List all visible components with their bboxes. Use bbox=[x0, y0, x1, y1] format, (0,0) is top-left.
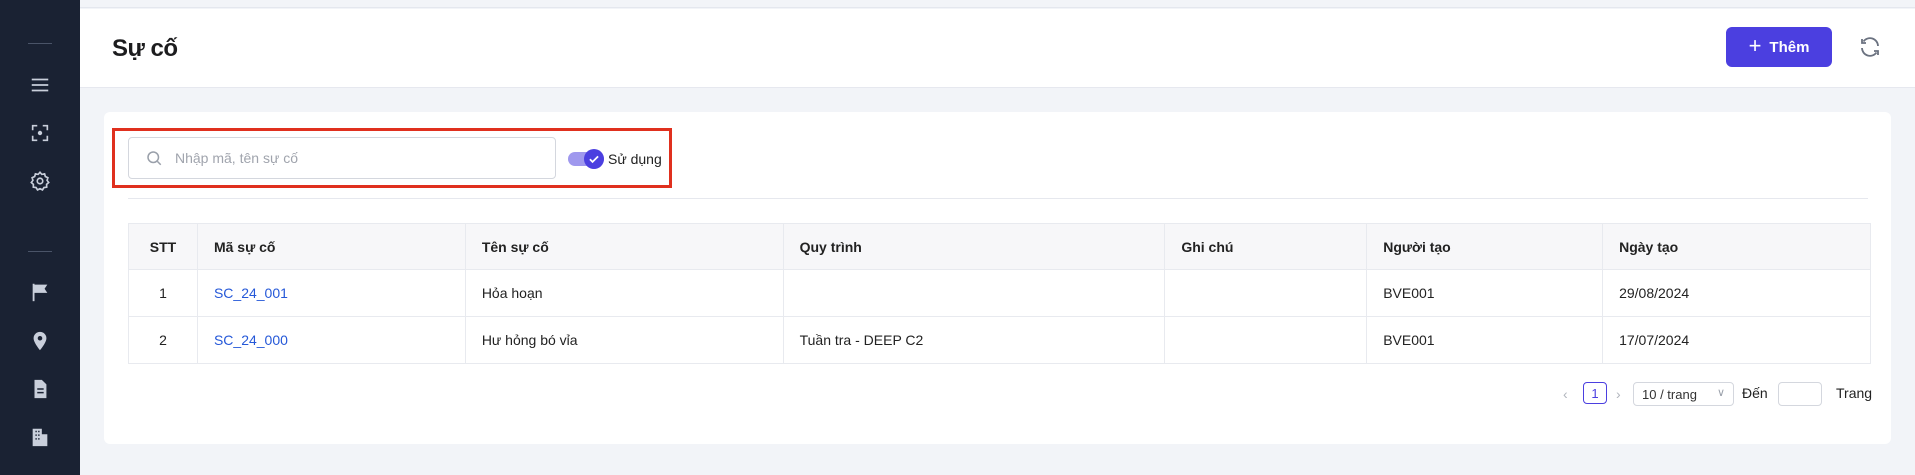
cell-process bbox=[783, 269, 1166, 317]
incident-code-link[interactable]: SC_24_001 bbox=[214, 285, 288, 301]
cell-name: Hỏa hoạn bbox=[465, 269, 784, 317]
page-size-value: 10 / trang bbox=[1642, 386, 1697, 402]
cell-process: Tuần tra - DEEP C2 bbox=[783, 316, 1166, 364]
filter-divider bbox=[128, 198, 1868, 199]
goto-page-input[interactable] bbox=[1778, 382, 1822, 406]
table-header-row: STT Mã sự cố Tên sự cố Quy trình Ghi chú… bbox=[128, 223, 1871, 270]
search-box[interactable] bbox=[128, 137, 556, 179]
focus-icon[interactable] bbox=[28, 121, 52, 145]
prev-page-icon[interactable]: ‹ bbox=[1563, 382, 1568, 406]
column-header[interactable]: Tên sự cố bbox=[465, 223, 784, 270]
column-header[interactable]: Ngày tạo bbox=[1602, 223, 1871, 270]
refresh-icon bbox=[1861, 37, 1879, 57]
top-bar bbox=[80, 0, 1915, 8]
chevron-down-icon: ∨ bbox=[1716, 387, 1725, 399]
add-button[interactable]: + Thêm bbox=[1726, 27, 1832, 67]
check-icon bbox=[584, 149, 604, 169]
main-card: Sử dụng STT Mã sự cố Tên sự cố Quy trình… bbox=[104, 112, 1891, 444]
column-header[interactable]: Mã sự cố bbox=[197, 223, 466, 270]
page-number-button[interactable]: 1 bbox=[1583, 382, 1607, 404]
page-size-select[interactable]: 10 / trang ∨ bbox=[1633, 382, 1734, 406]
cell-creator: BVE001 bbox=[1366, 316, 1604, 364]
column-header[interactable]: Ghi chú bbox=[1164, 223, 1368, 270]
incident-code-link[interactable]: SC_24_000 bbox=[214, 332, 288, 348]
cell-note bbox=[1164, 316, 1368, 364]
cell-stt: 2 bbox=[128, 316, 198, 364]
building-icon[interactable] bbox=[28, 425, 52, 449]
incident-table: STT Mã sự cố Tên sự cố Quy trình Ghi chú… bbox=[128, 223, 1871, 364]
column-header[interactable]: Quy trình bbox=[783, 223, 1166, 270]
column-header[interactable]: Người tạo bbox=[1366, 223, 1604, 270]
page-header: Sự cố + Thêm bbox=[80, 9, 1915, 88]
flag-icon[interactable] bbox=[28, 280, 52, 304]
table-row[interactable]: 1 SC_24_001 Hỏa hoạn BVE001 29/08/2024 bbox=[128, 269, 1871, 317]
column-header[interactable]: STT bbox=[128, 223, 198, 270]
settings-icon[interactable] bbox=[28, 169, 52, 193]
document-icon[interactable] bbox=[28, 377, 52, 401]
usage-toggle-label: Sử dụng bbox=[608, 151, 662, 167]
page-title: Sự cố bbox=[112, 35, 178, 62]
sidebar-divider bbox=[28, 43, 52, 44]
location-pin-icon[interactable] bbox=[28, 329, 52, 353]
sidebar bbox=[0, 0, 80, 475]
goto-label: Đến bbox=[1742, 385, 1768, 401]
next-page-icon[interactable]: › bbox=[1616, 382, 1621, 406]
cell-creator: BVE001 bbox=[1366, 269, 1604, 317]
cell-name: Hư hỏng bó vỉa bbox=[465, 316, 784, 364]
cell-code: SC_24_000 bbox=[197, 316, 466, 364]
sidebar-divider bbox=[28, 251, 52, 252]
refresh-button[interactable] bbox=[1856, 33, 1884, 61]
table-row[interactable]: 2 SC_24_000 Hư hỏng bó vỉa Tuần tra - DE… bbox=[128, 316, 1871, 364]
goto-suffix: Trang bbox=[1836, 385, 1873, 401]
add-button-label: Thêm bbox=[1769, 38, 1810, 56]
cell-note bbox=[1164, 269, 1368, 317]
cell-created-at: 29/08/2024 bbox=[1602, 269, 1871, 317]
cell-created-at: 17/07/2024 bbox=[1619, 332, 1690, 348]
cell-code: SC_24_001 bbox=[197, 269, 466, 317]
menu-icon[interactable] bbox=[28, 73, 52, 97]
usage-toggle[interactable] bbox=[568, 149, 606, 169]
cell-stt: 1 bbox=[128, 269, 198, 317]
search-icon bbox=[147, 151, 162, 166]
search-input[interactable] bbox=[175, 150, 535, 166]
plus-icon: + bbox=[1748, 33, 1762, 58]
